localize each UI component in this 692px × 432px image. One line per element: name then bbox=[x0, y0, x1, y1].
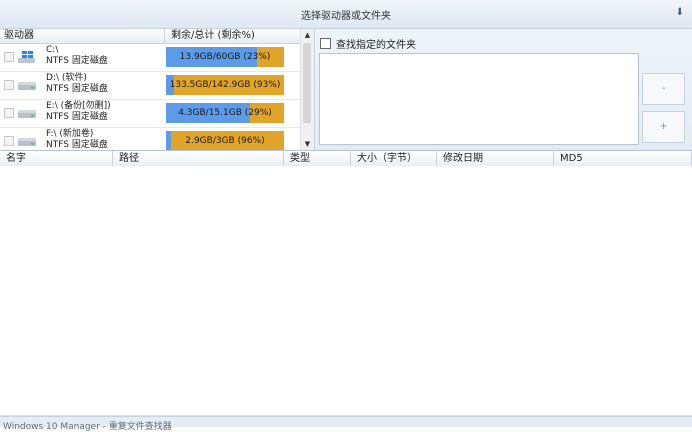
scrollbar-thumb[interactable] bbox=[303, 43, 311, 123]
drive-checkbox[interactable] bbox=[4, 136, 14, 146]
drive-list: C:\ NTFS 固定磁盘 13.9GB/60GB (23%) D:\ (软件) NTF… bbox=[0, 44, 300, 150]
windows-drive-icon bbox=[17, 51, 39, 63]
results-list[interactable] bbox=[0, 166, 692, 416]
double-chevron-down-icon[interactable]: ⬇︎ bbox=[676, 7, 684, 18]
hard-drive-icon bbox=[17, 107, 39, 119]
drive-name: C:\ bbox=[46, 45, 59, 55]
column-header-drive[interactable]: 驱动器 bbox=[0, 29, 165, 43]
hard-drive-icon bbox=[17, 79, 39, 91]
results-header: 名字 路径 类型 大小（字节） 修改日期 MD5 bbox=[0, 150, 692, 167]
drive-space-text: 133.5GB/142.9GB (93%) bbox=[169, 80, 281, 90]
remove-folder-button[interactable]: - bbox=[642, 73, 685, 105]
add-folder-button[interactable]: + bbox=[642, 111, 685, 143]
drive-checkbox[interactable] bbox=[4, 52, 14, 62]
title-text: 选择驱动器或文件夹 bbox=[301, 10, 391, 22]
drive-list-header: 驱动器 剩余/总计 (剩余%) bbox=[0, 29, 314, 44]
column-header-md5[interactable]: MD5 bbox=[554, 151, 692, 166]
drive-label: E:\ (备份[勿删]) NTFS 固定磁盘 bbox=[46, 101, 111, 123]
folder-list[interactable] bbox=[319, 53, 639, 145]
drive-row[interactable]: D:\ (软件) NTFS 固定磁盘 133.5GB/142.9GB (93%) bbox=[0, 72, 300, 100]
drive-label: D:\ (软件) NTFS 固定磁盘 bbox=[46, 73, 108, 95]
drive-filesystem: NTFS 固定磁盘 bbox=[46, 56, 108, 66]
drive-name: D:\ (软件) bbox=[46, 73, 87, 83]
drive-space-bar: 13.9GB/60GB (23%) bbox=[166, 47, 284, 67]
drive-panel: 驱动器 剩余/总计 (剩余%) C:\ NTFS 固定磁盘 13.9GB/60GB … bbox=[0, 29, 315, 150]
drive-list-scrollbar[interactable]: ▲ ▼ bbox=[300, 29, 314, 150]
column-header-space[interactable]: 剩余/总计 (剩余%) bbox=[165, 29, 311, 43]
drive-filesystem: NTFS 固定磁盘 bbox=[46, 84, 108, 94]
drive-row[interactable]: F:\ (新加卷) NTFS 固定磁盘 2.9GB/3GB (96%) bbox=[0, 128, 300, 150]
drive-filesystem: NTFS 固定磁盘 bbox=[46, 112, 108, 122]
column-header-name[interactable]: 名字 bbox=[0, 151, 113, 166]
drive-name: F:\ (新加卷) bbox=[46, 129, 94, 139]
drive-row[interactable]: E:\ (备份[勿删]) NTFS 固定磁盘 4.3GB/15.1GB (29%) bbox=[0, 100, 300, 128]
scroll-down-icon[interactable]: ▼ bbox=[301, 138, 314, 150]
drive-space-text: 13.9GB/60GB (23%) bbox=[179, 52, 271, 62]
title-bar: 选择驱动器或文件夹 ⬇︎ bbox=[0, 0, 692, 29]
drive-space-text: 4.3GB/15.1GB (29%) bbox=[178, 108, 272, 118]
column-header-path[interactable]: 路径 bbox=[113, 151, 284, 166]
column-header-type[interactable]: 类型 bbox=[284, 151, 351, 166]
checkbox-box[interactable] bbox=[320, 38, 331, 49]
column-header-size[interactable]: 大小（字节） bbox=[351, 151, 437, 166]
drive-name: E:\ (备份[勿删]) bbox=[46, 101, 111, 111]
drive-filesystem: NTFS 固定磁盘 bbox=[46, 140, 108, 150]
drive-checkbox[interactable] bbox=[4, 80, 14, 90]
search-folder-label: 查找指定的文件夹 bbox=[336, 40, 416, 51]
search-panel: 查找指定的文件夹 - + bbox=[315, 29, 692, 150]
scroll-up-icon[interactable]: ▲ bbox=[301, 29, 314, 41]
drive-label: C:\ NTFS 固定磁盘 bbox=[46, 45, 108, 67]
search-folder-checkbox[interactable]: 查找指定的文件夹 bbox=[320, 36, 416, 51]
drive-checkbox[interactable] bbox=[4, 108, 14, 118]
hard-drive-icon bbox=[17, 135, 39, 147]
status-bar: Windows 10 Manager - 重复文件查找器 bbox=[0, 416, 692, 432]
drive-label: F:\ (新加卷) NTFS 固定磁盘 bbox=[46, 129, 108, 150]
drive-space-text: 2.9GB/3GB (96%) bbox=[185, 136, 265, 146]
drive-row[interactable]: C:\ NTFS 固定磁盘 13.9GB/60GB (23%) bbox=[0, 44, 300, 72]
drive-space-bar: 2.9GB/3GB (96%) bbox=[166, 131, 284, 150]
column-header-modified[interactable]: 修改日期 bbox=[437, 151, 554, 166]
drive-space-bar: 4.3GB/15.1GB (29%) bbox=[166, 103, 284, 123]
drive-space-bar: 133.5GB/142.9GB (93%) bbox=[166, 75, 284, 95]
